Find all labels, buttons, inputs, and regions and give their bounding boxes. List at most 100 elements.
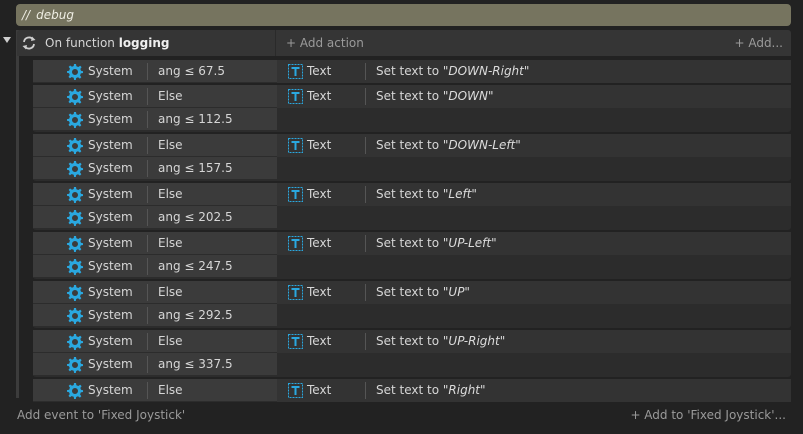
event-actions: Text Set text to "UP-Left" bbox=[277, 232, 791, 255]
event-row[interactable]: System ang ≤ 67.5 Text Set text to "DOWN-Ri… bbox=[33, 60, 791, 83]
action-text: Set text to "DOWN-Left" bbox=[376, 134, 521, 157]
column-divider bbox=[147, 186, 148, 203]
action-prefix: Set text to bbox=[376, 334, 443, 348]
action-row[interactable]: Text Set text to "DOWN-Left" bbox=[277, 134, 791, 157]
condition-row[interactable]: System ang ≤ 247.5 bbox=[33, 255, 277, 278]
event-row[interactable]: System Else System ang ≤ 112.5 Text Set text … bbox=[33, 85, 791, 132]
column-divider bbox=[147, 63, 148, 80]
event-row[interactable]: System Else Text Set text to "Right" bbox=[33, 379, 791, 402]
column-divider bbox=[147, 258, 148, 275]
action-row[interactable]: Text Set text to "Left" bbox=[277, 183, 791, 206]
condition-object: System bbox=[88, 259, 133, 273]
event-row[interactable]: System Else System ang ≤ 157.5 Text Set text … bbox=[33, 134, 791, 181]
action-object: Text bbox=[307, 64, 332, 78]
column-divider bbox=[365, 137, 366, 154]
action-row[interactable]: Text Set text to "Right" bbox=[277, 379, 791, 402]
condition-object: System bbox=[88, 308, 133, 322]
text-object-icon bbox=[288, 89, 303, 104]
text-object-icon bbox=[288, 187, 303, 202]
event-row[interactable]: System Else System ang ≤ 202.5 Text Set text … bbox=[33, 183, 791, 230]
column-divider bbox=[147, 160, 148, 177]
event-row[interactable]: System Else System ang ≤ 337.5 Text Set text … bbox=[33, 330, 791, 377]
text-object-icon bbox=[288, 236, 303, 251]
column-divider bbox=[147, 333, 148, 350]
comment-text: debug bbox=[36, 8, 74, 22]
gear-icon bbox=[67, 210, 83, 226]
action-row[interactable]: Text Set text to "UP" bbox=[277, 281, 791, 304]
event-conditions: System Else bbox=[33, 379, 277, 402]
column-divider bbox=[147, 284, 148, 301]
gear-icon bbox=[67, 308, 83, 324]
action-object: Text bbox=[307, 285, 332, 299]
event-conditions: System Else System ang ≤ 112.5 bbox=[33, 85, 277, 131]
function-block-header[interactable]: On function logging + Add action + Add..… bbox=[17, 30, 791, 56]
text-object-icon bbox=[288, 285, 303, 300]
action-text: Set text to "Left" bbox=[376, 183, 477, 206]
action-row[interactable]: Text Set text to "DOWN-Right" bbox=[277, 60, 791, 83]
condition-text: ang ≤ 157.5 bbox=[158, 161, 233, 175]
condition-text: ang ≤ 112.5 bbox=[158, 112, 233, 126]
action-value: "DOWN" bbox=[442, 89, 494, 103]
add-event-link[interactable]: Add event to 'Fixed Joystick' bbox=[17, 408, 185, 422]
column-divider bbox=[147, 307, 148, 324]
action-prefix: Set text to bbox=[376, 236, 443, 250]
condition-row[interactable]: System Else bbox=[33, 330, 277, 353]
action-text: Set text to "Right" bbox=[376, 379, 486, 402]
action-text: Set text to "UP-Left" bbox=[376, 232, 497, 255]
action-prefix: Set text to bbox=[376, 138, 443, 152]
action-value: "Right" bbox=[442, 383, 486, 397]
function-condition[interactable]: On function logging bbox=[17, 30, 276, 56]
gear-icon bbox=[67, 161, 83, 177]
condition-text: Else bbox=[158, 285, 183, 299]
condition-row[interactable]: System Else bbox=[33, 134, 277, 157]
event-conditions: System Else System ang ≤ 202.5 bbox=[33, 183, 277, 229]
action-row[interactable]: Text Set text to "UP-Right" bbox=[277, 330, 791, 353]
condition-row[interactable]: System ang ≤ 202.5 bbox=[33, 206, 277, 229]
column-divider bbox=[365, 284, 366, 301]
condition-row[interactable]: System Else bbox=[33, 85, 277, 108]
action-prefix: Set text to bbox=[376, 285, 443, 299]
column-divider bbox=[365, 88, 366, 105]
condition-row[interactable]: System ang ≤ 157.5 bbox=[33, 157, 277, 180]
column-divider bbox=[147, 88, 148, 105]
condition-object: System bbox=[88, 285, 133, 299]
action-object: Text bbox=[307, 236, 332, 250]
condition-row[interactable]: System Else bbox=[33, 379, 277, 402]
event-actions: Text Set text to "Left" bbox=[277, 183, 791, 206]
condition-text: ang ≤ 202.5 bbox=[158, 210, 233, 224]
action-object: Text bbox=[307, 187, 332, 201]
gear-icon bbox=[67, 187, 83, 203]
block-indent-line bbox=[16, 30, 19, 398]
add-action-link[interactable]: + Add action bbox=[286, 30, 364, 56]
condition-text: ang ≤ 337.5 bbox=[158, 357, 233, 371]
event-row[interactable]: System Else System ang ≤ 247.5 Text Set text … bbox=[33, 232, 791, 279]
column-divider bbox=[365, 63, 366, 80]
action-value: "UP" bbox=[442, 285, 470, 299]
column-divider bbox=[147, 235, 148, 252]
comment-debug[interactable]: // debug bbox=[16, 4, 791, 26]
action-object: Text bbox=[307, 138, 332, 152]
condition-text: ang ≤ 67.5 bbox=[158, 64, 225, 78]
condition-row[interactable]: System Else bbox=[33, 281, 277, 304]
condition-object: System bbox=[88, 89, 133, 103]
condition-row[interactable]: System Else bbox=[33, 183, 277, 206]
condition-row[interactable]: System ang ≤ 337.5 bbox=[33, 353, 277, 376]
add-to-block-link[interactable]: + Add to 'Fixed Joystick'... bbox=[630, 408, 786, 422]
action-row[interactable]: Text Set text to "UP-Left" bbox=[277, 232, 791, 255]
action-value: "UP-Right" bbox=[442, 334, 506, 348]
condition-row[interactable]: System ang ≤ 112.5 bbox=[33, 108, 277, 131]
column-divider bbox=[147, 382, 148, 399]
column-divider bbox=[365, 333, 366, 350]
event-row[interactable]: System Else System ang ≤ 292.5 Text Set text … bbox=[33, 281, 791, 328]
gear-icon bbox=[67, 285, 83, 301]
action-prefix: Set text to bbox=[376, 383, 443, 397]
condition-row[interactable]: System ang ≤ 67.5 bbox=[33, 60, 277, 83]
function-title: On function logging bbox=[45, 30, 170, 56]
condition-object: System bbox=[88, 383, 133, 397]
add-more-link[interactable]: + Add... bbox=[734, 30, 783, 56]
triangle-down-icon[interactable] bbox=[3, 37, 11, 43]
event-list: System ang ≤ 67.5 Text Set text to "DOWN-Ri… bbox=[33, 60, 791, 404]
condition-row[interactable]: System Else bbox=[33, 232, 277, 255]
action-row[interactable]: Text Set text to "DOWN" bbox=[277, 85, 791, 108]
condition-row[interactable]: System ang ≤ 292.5 bbox=[33, 304, 277, 327]
